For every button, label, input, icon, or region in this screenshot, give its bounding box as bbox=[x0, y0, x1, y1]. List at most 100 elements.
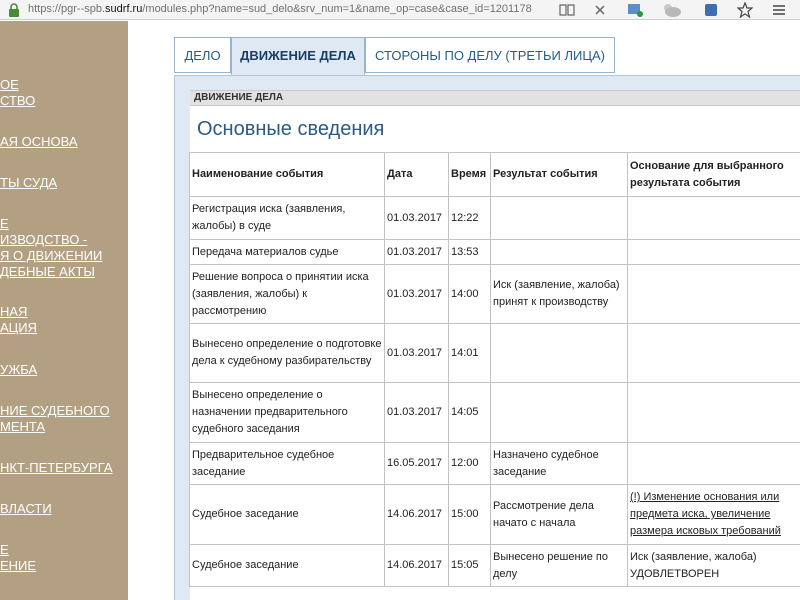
tab-delo[interactable]: ДЕЛО bbox=[174, 37, 231, 73]
table-row: Регистрация иска (заявления, жалобы) в с… bbox=[189, 196, 800, 240]
sidebar-item-9[interactable]: Е ЕНИЕ bbox=[0, 542, 128, 574]
addon-icon[interactable] bbox=[700, 1, 722, 19]
sidebar-item-line: ВЛАСТИ bbox=[0, 501, 52, 516]
section-header: ДВИЖЕНИЕ ДЕЛА bbox=[190, 90, 800, 106]
sidebar-item-line: ДЕБНЫЕ АКТЫ bbox=[0, 264, 95, 279]
table-row: Решение вопроса о принятии иска (заявлен… bbox=[189, 264, 800, 324]
sidebar-item-line: ТЫ СУДА bbox=[0, 175, 58, 190]
event-date: 01.03.2017 bbox=[384, 196, 449, 240]
event-result: Вынесено решение по делу bbox=[490, 544, 628, 587]
event-basis bbox=[627, 323, 800, 383]
sidebar-item-5[interactable]: УЖБА bbox=[0, 362, 128, 378]
sidebar-item-7[interactable]: НКТ-ПЕТЕРБУРГА bbox=[0, 460, 128, 476]
event-name: Передача материалов судье bbox=[189, 239, 385, 265]
event-result: Назначено судебное заседание bbox=[490, 442, 628, 485]
sidebar-item-line: ЕНИЕ bbox=[0, 558, 37, 573]
event-basis bbox=[627, 264, 800, 324]
table-row: Вынесено определение о назначении предва… bbox=[189, 382, 800, 443]
page-title: Основные сведения bbox=[197, 118, 385, 140]
column-header: Результат события bbox=[490, 152, 628, 197]
url-host: sudrf.ru bbox=[105, 3, 143, 15]
event-result: Рассмотрение дела начато с начала bbox=[490, 484, 628, 545]
event-date: 01.03.2017 bbox=[384, 382, 449, 443]
event-name: Судебное заседание bbox=[189, 544, 385, 587]
sidebar-item-4[interactable]: НАЯ АЦИЯ bbox=[0, 304, 128, 336]
sidebar-item-line: АЦИЯ bbox=[0, 320, 38, 335]
sidebar-item-line: НКТ-ПЕТЕРБУРГА bbox=[0, 460, 113, 475]
event-basis bbox=[627, 196, 800, 240]
sidebar-item-6[interactable]: НИЕ СУДЕБНОГО МЕНТА bbox=[0, 403, 128, 435]
event-time: 15:05 bbox=[448, 544, 491, 587]
sidebar-gutter bbox=[128, 21, 152, 600]
extension-icon[interactable] bbox=[624, 1, 646, 19]
event-time: 14:01 bbox=[448, 323, 491, 383]
table-row: Передача материалов судье 01.03.2017 13:… bbox=[189, 239, 800, 265]
sidebar-item-line: НИЕ СУДЕБНОГО bbox=[0, 403, 110, 418]
event-basis bbox=[627, 382, 800, 443]
url-suffix: /modules.php?name=sud_delo&srv_num=1&nam… bbox=[142, 3, 532, 15]
sidebar-item-line: Е bbox=[0, 216, 9, 231]
table-row: Судебное заседание 14.06.2017 15:05 Выне… bbox=[189, 544, 800, 587]
tab-storony[interactable]: СТОРОНЫ ПО ДЕЛУ (ТРЕТЬИ ЛИЦА) bbox=[365, 37, 615, 73]
tab-dvizhenie-dela[interactable]: ДВИЖЕНИЕ ДЕЛА bbox=[231, 37, 365, 75]
event-date: 14.06.2017 bbox=[384, 544, 449, 587]
event-name: Вынесено определение о назначении предва… bbox=[189, 382, 385, 443]
sidebar-item-1[interactable]: АЯ ОСНОВА bbox=[0, 134, 128, 150]
sidebar-item-line: НАЯ bbox=[0, 304, 28, 319]
sidebar-item-line: УЖБА bbox=[0, 362, 38, 377]
sidebar-item-3[interactable]: Е ИЗВОДСТВО - Я О ДВИЖЕНИИ ДЕБНЫЕ АКТЫ bbox=[0, 216, 128, 280]
event-name: Регистрация иска (заявления, жалобы) в с… bbox=[189, 196, 385, 240]
event-date: 01.03.2017 bbox=[384, 239, 449, 265]
event-name: Вынесено определение о подготовке дела к… bbox=[189, 323, 385, 383]
sidebar-item-line: АЯ ОСНОВА bbox=[0, 134, 78, 149]
left-sidebar: ОЕ СТВО АЯ ОСНОВА ТЫ СУДА Е ИЗВОДСТВО - … bbox=[0, 21, 128, 600]
event-time: 14:00 bbox=[448, 264, 491, 324]
sidebar-item-line: Е bbox=[0, 542, 9, 557]
url-prefix: https://pgr--spb. bbox=[28, 3, 106, 15]
event-result bbox=[490, 239, 628, 265]
event-result: Иск (заявление, жалоба) принят к произво… bbox=[490, 264, 628, 324]
event-date: 14.06.2017 bbox=[384, 484, 449, 545]
event-result bbox=[490, 196, 628, 240]
event-name: Предварительное судебное заседание bbox=[189, 442, 385, 485]
refresh-icon[interactable] bbox=[589, 1, 611, 19]
lock-icon bbox=[6, 2, 22, 18]
menu-icon[interactable] bbox=[768, 1, 790, 19]
event-time: 12:00 bbox=[448, 442, 491, 485]
column-header: Наименование события bbox=[189, 152, 385, 197]
sidebar-item-0[interactable]: ОЕ СТВО bbox=[0, 77, 128, 109]
bookmark-star-icon[interactable] bbox=[734, 1, 756, 19]
event-basis bbox=[627, 442, 800, 485]
column-header: Основание для выбранного результата собы… bbox=[627, 152, 800, 197]
event-date: 01.03.2017 bbox=[384, 323, 449, 383]
event-result bbox=[490, 382, 628, 443]
table-row: Предварительное судебное заседание 16.05… bbox=[189, 442, 800, 485]
event-name: Решение вопроса о принятии иска (заявлен… bbox=[189, 264, 385, 324]
sidebar-item-2[interactable]: ТЫ СУДА bbox=[0, 175, 128, 191]
event-basis bbox=[627, 239, 800, 265]
table-row: Вынесено определение о подготовке дела к… bbox=[189, 323, 800, 383]
sidebar-item-line: ИЗВОДСТВО - bbox=[0, 232, 88, 247]
event-time: 14:05 bbox=[448, 382, 491, 443]
browser-toolbar: https://pgr--spb.sudrf.ru/modules.php?na… bbox=[0, 0, 800, 20]
table-header-row: Наименование события Дата Время Результа… bbox=[189, 152, 800, 197]
sidebar-item-line: МЕНТА bbox=[0, 419, 46, 434]
event-basis: Иск (заявление, жалоба) УДОВЛЕТВОРЕН bbox=[627, 544, 800, 587]
sidebar-item-line: СТВО bbox=[0, 93, 36, 108]
weather-icon[interactable] bbox=[660, 1, 682, 19]
event-date: 16.05.2017 bbox=[384, 442, 449, 485]
event-time: 15:00 bbox=[448, 484, 491, 545]
event-time: 12:22 bbox=[448, 196, 491, 240]
sidebar-item-line: ОЕ bbox=[0, 77, 19, 92]
event-time: 13:53 bbox=[448, 239, 491, 265]
events-table: Наименование события Дата Время Результа… bbox=[189, 152, 800, 587]
event-name: Судебное заседание bbox=[189, 484, 385, 545]
event-result bbox=[490, 323, 628, 383]
event-basis: (!) Изменение основания или предмета иск… bbox=[627, 484, 800, 545]
reader-mode-icon[interactable] bbox=[556, 1, 578, 19]
address-bar[interactable]: https://pgr--spb.sudrf.ru/modules.php?na… bbox=[28, 0, 558, 19]
column-header: Время bbox=[448, 152, 491, 197]
sidebar-item-8[interactable]: ВЛАСТИ bbox=[0, 501, 128, 517]
event-date: 01.03.2017 bbox=[384, 264, 449, 324]
sidebar-item-line: Я О ДВИЖЕНИИ bbox=[0, 248, 103, 263]
